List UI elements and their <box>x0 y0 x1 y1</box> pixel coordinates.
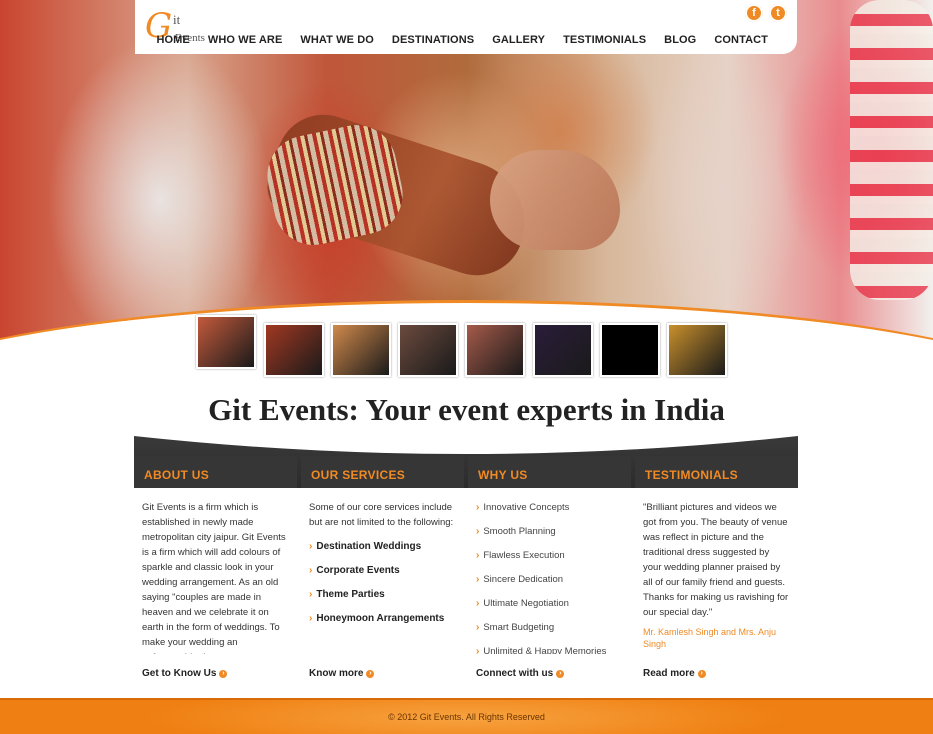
chevron-right-icon: › <box>476 574 480 585</box>
get-to-know-us-link[interactable]: Get to Know Us › <box>142 668 228 679</box>
services-title: OUR SERVICES <box>301 456 464 488</box>
chevron-right-icon: › <box>309 613 313 624</box>
about-column: ABOUT US Git Events is a firm which is e… <box>134 456 297 696</box>
services-list: › Destination Weddings › Corporate Events … <box>309 539 456 626</box>
connect-with-us-link[interactable]: Connect with us › <box>476 668 565 679</box>
chevron-right-icon: › <box>476 646 480 654</box>
service-label: Destination Weddings <box>316 541 422 552</box>
chevron-right-icon: › <box>476 622 480 633</box>
why-label: Smart Budgeting <box>483 622 555 633</box>
list-item: › Unlimited & Happy Memories <box>476 644 623 654</box>
page-tagline: Git Events: Your event experts in India <box>208 392 725 427</box>
why-label: Ultimate Negotiation <box>483 598 569 609</box>
list-item: › Theme Parties <box>309 587 456 602</box>
arrow-right-icon: › <box>697 669 706 678</box>
thumbnail-mandap[interactable] <box>533 323 593 377</box>
chevron-right-icon: › <box>476 526 480 537</box>
testimonials-column: TESTIMONIALS "Brilliant pictures and vid… <box>635 456 798 696</box>
chevron-right-icon: › <box>309 589 313 600</box>
nav-destinations[interactable]: DESTINATIONS <box>383 34 483 46</box>
hero-groom-hand <box>490 150 620 250</box>
thumbnail-floral-arch[interactable] <box>667 323 727 377</box>
know-more-label: Know more <box>309 668 364 679</box>
main-nav: HOME WHO WE ARE WHAT WE DO DESTINATIONS … <box>147 34 777 46</box>
nav-gallery[interactable]: GALLERY <box>483 34 554 46</box>
why-list: › Innovative Concepts › Smooth Planning › F… <box>476 500 623 654</box>
nav-who-we-are[interactable]: WHO WE ARE <box>199 34 292 46</box>
nav-what-we-do[interactable]: WHAT WE DO <box>291 34 383 46</box>
testimonial-quote: "Brilliant pictures and videos we got fr… <box>643 502 789 618</box>
chevron-right-icon: › <box>476 598 480 609</box>
connect-with-us-label: Connect with us <box>476 668 554 679</box>
why-label: Unlimited & Happy Memories <box>483 646 607 654</box>
list-item: › Sincere Dedication <box>476 572 623 587</box>
testimonial-author: Mr. Kamlesh Singh and Mrs. Anju Singh <box>643 627 777 649</box>
social-links: f t <box>745 4 787 22</box>
logo-it: it <box>173 12 181 27</box>
get-to-know-us-label: Get to Know Us <box>142 668 217 679</box>
list-item: › Honeymoon Arrangements <box>309 611 456 626</box>
know-more-link[interactable]: Know more › <box>309 668 375 679</box>
read-more-link[interactable]: Read more › <box>643 668 706 679</box>
testimonials-title: TESTIMONIALS <box>635 456 798 488</box>
about-text: Git Events is a firm which is establishe… <box>142 502 286 654</box>
arrow-right-icon: › <box>366 669 375 678</box>
list-item: › Ultimate Negotiation <box>476 596 623 611</box>
thumbnail-stage-lights[interactable] <box>331 323 391 377</box>
list-item: › Destination Weddings <box>309 539 456 554</box>
nav-home[interactable]: HOME <box>147 34 198 46</box>
hero-garland <box>850 0 933 300</box>
why-label: Smooth Planning <box>483 526 556 537</box>
chevron-right-icon: › <box>476 550 480 561</box>
list-item: › Smooth Planning <box>476 524 623 539</box>
services-column: OUR SERVICES Some of our core services i… <box>301 456 464 696</box>
thumbnail-wedding-hands[interactable] <box>196 315 256 369</box>
service-label: Corporate Events <box>316 565 400 576</box>
info-columns: ABOUT US Git Events is a firm which is e… <box>134 436 798 696</box>
chevron-right-icon: › <box>309 541 313 552</box>
site-footer: © 2012 Git Events. All Rights Reserved <box>0 698 933 734</box>
why-body: › Innovative Concepts › Smooth Planning › F… <box>468 488 631 654</box>
thumbnail-ceremony[interactable] <box>398 323 458 377</box>
gallery-thumbnails <box>196 315 736 379</box>
list-item: › Innovative Concepts <box>476 500 623 515</box>
copyright-text: © 2012 Git Events. All Rights Reserved <box>388 712 545 722</box>
facebook-icon[interactable]: f <box>745 4 763 22</box>
list-item: › Corporate Events <box>309 563 456 578</box>
site-header: G it Events HOME WHO WE ARE WHAT WE DO D… <box>135 0 797 54</box>
nav-testimonials[interactable]: TESTIMONIALS <box>554 34 655 46</box>
why-label: Innovative Concepts <box>483 502 570 513</box>
services-body: Some of our core services include but ar… <box>301 488 464 654</box>
thumbnail-hall-decor[interactable] <box>264 323 324 377</box>
testimonials-body: "Brilliant pictures and videos we got fr… <box>635 488 798 654</box>
arrow-right-icon: › <box>219 669 228 678</box>
thumbnail-pink-decor[interactable] <box>465 323 525 377</box>
nav-blog[interactable]: BLOG <box>655 34 705 46</box>
arrow-right-icon: › <box>556 669 565 678</box>
twitter-icon[interactable]: t <box>769 4 787 22</box>
service-label: Theme Parties <box>316 589 385 600</box>
chevron-right-icon: › <box>476 502 480 513</box>
why-column: WHY US › Innovative Concepts › Smooth Plan… <box>468 456 631 696</box>
nav-contact[interactable]: CONTACT <box>705 34 777 46</box>
services-intro: Some of our core services include but ar… <box>309 502 454 528</box>
why-label: Sincere Dedication <box>483 574 564 585</box>
read-more-label: Read more <box>643 668 695 679</box>
why-title: WHY US <box>468 456 631 488</box>
chevron-right-icon: › <box>309 565 313 576</box>
about-title: ABOUT US <box>134 456 297 488</box>
service-label: Honeymoon Arrangements <box>316 613 445 624</box>
thumbnail-black[interactable] <box>600 323 660 377</box>
why-label: Flawless Execution <box>483 550 565 561</box>
list-item: › Smart Budgeting <box>476 620 623 635</box>
list-item: › Flawless Execution <box>476 548 623 563</box>
